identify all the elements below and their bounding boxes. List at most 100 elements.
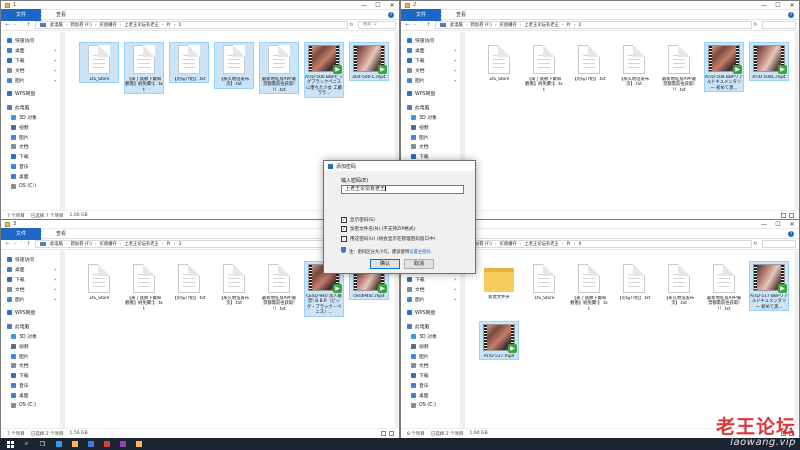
nav-item[interactable]: 桌面 ✦ <box>1 46 60 56</box>
file-item[interactable]: 【论坛介绍】.txt <box>614 261 654 302</box>
up-arrow-icon[interactable]: ↑ <box>425 22 432 28</box>
nav-item[interactable]: 3D 对象 <box>1 332 60 342</box>
large-icons-view-icon[interactable] <box>789 213 794 218</box>
ribbon-tab[interactable]: 查看 <box>449 10 473 20</box>
nav-item[interactable]: 桌面 <box>401 390 460 400</box>
breadcrumb-item[interactable]: 新加卷 (F:) <box>471 22 492 28</box>
file-item[interactable]: 【來了就節下載和觀看】純免費!】.txt <box>524 42 564 94</box>
nav-item[interactable]: 下载 ✦ <box>1 56 60 66</box>
file-item[interactable]: 【來了就節下載和觀看】純免費!】.txt <box>124 261 164 313</box>
nav-item[interactable]: 下载 <box>1 371 60 381</box>
breadcrumb-item[interactable]: 买盘播存 <box>100 22 117 28</box>
breadcrumb-item[interactable]: 上老王论坛有老王 <box>524 22 558 28</box>
minimize-button[interactable]: — <box>757 1 771 10</box>
content-scrollbar[interactable] <box>395 251 399 428</box>
nav-item[interactable]: 此电脑 <box>401 103 460 113</box>
nav-item[interactable]: 下载 ✦ <box>401 56 460 66</box>
nav-item[interactable]: 文档 <box>401 361 460 371</box>
file-item[interactable]: 【來了就節下載和觀看】純免費!】.txt <box>124 42 164 95</box>
forward-arrow-icon[interactable]: → <box>411 22 418 28</box>
explorer-icon[interactable] <box>69 440 80 449</box>
show-password-checkbox[interactable]: ✓ 显示密码(S) <box>341 217 375 223</box>
nav-item[interactable]: 文档 ✦ <box>401 284 460 294</box>
breadcrumb-item[interactable]: 买盘播存 <box>500 241 517 247</box>
nav-item[interactable]: 图片 <box>401 132 460 142</box>
breadcrumb-item-current[interactable]: 2 <box>579 23 582 28</box>
search-input[interactable] <box>762 240 796 248</box>
breadcrumb[interactable]: 此电脑›新加卷 (F:)›买盘播存›上老王论坛有老王›片›4 <box>435 240 752 248</box>
breadcrumb-item[interactable]: 新加卷 (F:) <box>71 22 92 28</box>
refresh-icon[interactable]: ↻ <box>752 22 759 28</box>
file-item[interactable]: ▶ ATID-508 BBPリアルドキュメンタリー 初めて黒... <box>704 42 744 93</box>
ribbon-tab[interactable]: 查看 <box>49 10 73 20</box>
content-scrollbar[interactable] <box>795 32 799 210</box>
nav-item[interactable]: 3D 对象 <box>401 113 460 123</box>
nav-item[interactable]: WPS网盘 <box>1 89 60 99</box>
nav-item[interactable]: 图片 ✦ <box>401 75 460 85</box>
breadcrumb-item[interactable]: 上老王论坛有老王 <box>124 22 158 28</box>
ribbon-tab[interactable]: 文件 <box>1 227 41 240</box>
nav-item[interactable]: 快速访问 <box>1 36 60 46</box>
breadcrumb-item[interactable]: 上老王论坛有老王 <box>124 241 158 247</box>
breadcrumb-item[interactable]: 此电脑 <box>450 22 463 28</box>
file-item[interactable]: 最新地址及APP遭禁都需前往获取! !！.txt <box>259 42 299 95</box>
nav-item[interactable]: 视频 <box>401 122 460 132</box>
ribbon-tab[interactable]: 查看 <box>49 229 73 239</box>
nav-item[interactable]: 此电脑 <box>1 322 60 332</box>
file-item[interactable]: 【永久地址发布页】.txt <box>214 42 254 89</box>
file-item[interactable]: ▶ ATID-508C.mp4 <box>749 42 789 82</box>
breadcrumb-item-current[interactable]: 1 <box>179 23 182 28</box>
nav-item[interactable]: 下载 ✦ <box>401 275 460 285</box>
nav-item[interactable]: 下载 <box>1 152 60 162</box>
store-icon[interactable] <box>85 440 96 449</box>
file-item[interactable]: 新建文件夹 <box>479 261 519 301</box>
recent-chevron-icon[interactable]: ˅ <box>18 22 25 28</box>
breadcrumb-item[interactable]: 片 <box>167 241 171 247</box>
nav-item[interactable]: OS (C:) <box>1 181 60 191</box>
close-button[interactable]: ✕ <box>785 1 799 10</box>
breadcrumb-item[interactable]: 此电脑 <box>50 22 63 28</box>
app-icon[interactable] <box>101 440 112 449</box>
breadcrumb-item[interactable]: 片 <box>567 22 571 28</box>
forward-arrow-icon[interactable]: → <box>11 22 18 28</box>
nav-item[interactable]: 视频 <box>401 341 460 351</box>
help-icon[interactable]: ? <box>788 11 794 18</box>
minimize-button[interactable]: — <box>357 1 371 10</box>
breadcrumb-item[interactable]: 买盘播存 <box>100 241 117 247</box>
file-item[interactable]: 最新地址及APP遭禁都需前往获取! !！.txt <box>659 42 699 94</box>
ribbon-tab[interactable]: 文件 <box>401 8 441 21</box>
file-item[interactable]: ▶ ATID-517 BBPリアルドキュメンタリー 初めて黒... <box>749 261 789 312</box>
breadcrumb-item[interactable]: 此电脑 <box>50 241 63 247</box>
nav-item[interactable]: 快速访问 <box>401 36 460 46</box>
search-icon[interactable]: ⌕ <box>21 440 32 449</box>
file-item[interactable]: 【永久地址发布页】.txt <box>214 261 254 308</box>
content-scrollbar[interactable] <box>795 251 799 428</box>
file-item[interactable]: 【论坛介绍】.txt <box>569 42 609 83</box>
breadcrumb-item[interactable]: 买盘播存 <box>500 22 517 28</box>
cancel-button[interactable]: 取消 <box>404 259 434 269</box>
nav-item[interactable]: 音乐 <box>1 162 60 172</box>
nav-item[interactable]: 视频 <box>1 122 60 132</box>
nav-item[interactable]: 此电脑 <box>1 103 60 113</box>
refresh-icon[interactable]: ↻ <box>348 22 355 28</box>
recent-chevron-icon[interactable]: ˅ <box>418 22 425 28</box>
details-view-icon[interactable] <box>781 213 786 218</box>
breadcrumb-item[interactable]: 上老王论坛有老王 <box>524 241 558 247</box>
nav-item[interactable]: 桌面 <box>1 171 60 181</box>
password-input[interactable]: 上老王论坛有老王 <box>341 185 464 194</box>
ribbon-tab[interactable]: 文件 <box>1 8 41 21</box>
breadcrumb-item-current[interactable]: 4 <box>579 242 582 247</box>
back-arrow-icon[interactable]: ← <box>4 22 11 28</box>
file-item[interactable]: .DS_Store <box>524 261 564 302</box>
back-arrow-icon[interactable]: ← <box>404 22 411 28</box>
file-item[interactable]: ▶ ATID-517.mp4 <box>479 321 519 361</box>
nav-item[interactable]: 图片 <box>401 351 460 361</box>
nav-item[interactable]: WPS网盘 <box>1 308 60 318</box>
nav-item[interactable]: WPS网盘 <box>401 308 460 318</box>
maximize-button[interactable]: ☐ <box>371 1 385 10</box>
breadcrumb-item[interactable]: 新加卷 (F:) <box>71 241 92 247</box>
nav-item[interactable]: 图片 <box>1 351 60 361</box>
close-button[interactable]: ✕ <box>385 1 399 10</box>
nav-item[interactable]: 文档 ✦ <box>401 65 460 75</box>
nav-item[interactable]: 3D 对象 <box>1 113 60 123</box>
